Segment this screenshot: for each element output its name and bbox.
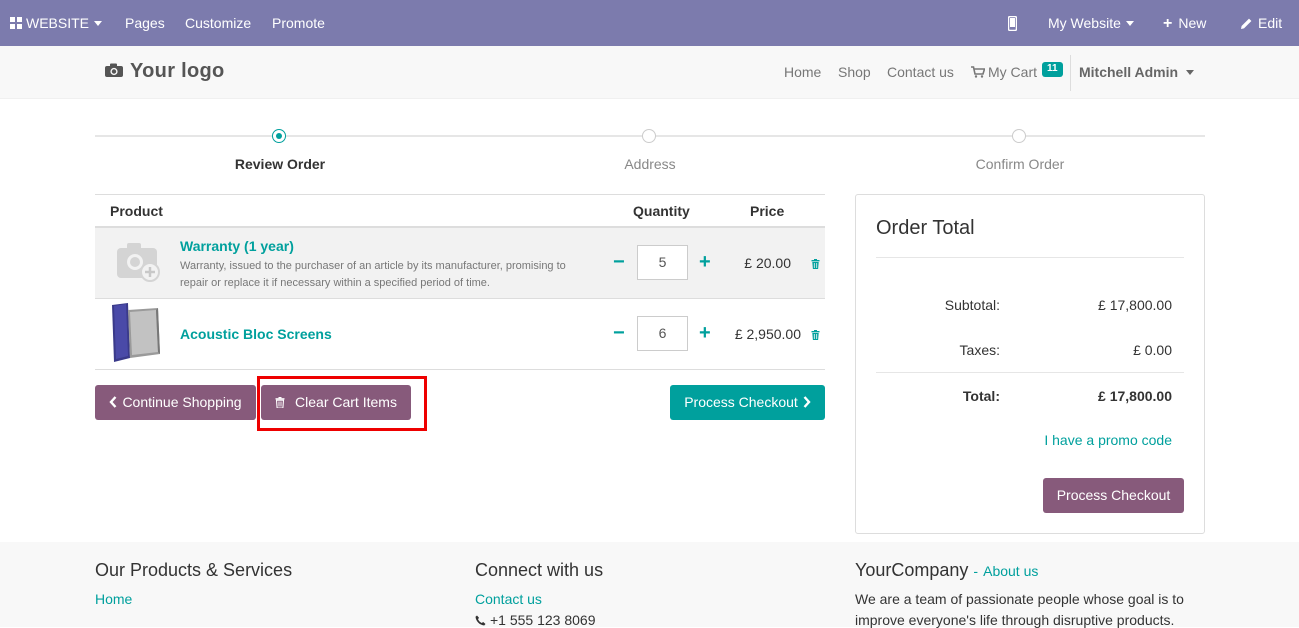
footer-connect-title: Connect with us xyxy=(475,560,604,580)
site-header: Your logo Home Shop Contact us My Cart 1… xyxy=(0,46,1299,99)
mobile-preview-button[interactable] xyxy=(1007,0,1018,46)
trash-icon[interactable] xyxy=(811,259,820,269)
new-label: New xyxy=(1178,15,1207,31)
increase-quantity-button[interactable]: + xyxy=(699,252,711,272)
column-header-product: Product xyxy=(110,203,163,219)
footer-products-title: Our Products & Services xyxy=(95,560,293,580)
caret-down-icon xyxy=(1125,20,1134,26)
decrease-quantity-button[interactable]: − xyxy=(613,323,625,343)
pencil-icon xyxy=(1241,18,1252,29)
company-name: YourCompany xyxy=(855,560,969,580)
website-menu-label: WEBSITE xyxy=(26,15,90,31)
site-logo[interactable]: Your logo xyxy=(104,60,225,83)
site-footer: Our Products & Services Home Connect wit… xyxy=(0,542,1299,628)
phone-icon xyxy=(475,615,486,626)
promote-menu[interactable]: Promote xyxy=(272,0,325,46)
footer-phone-number: +1 555 123 8069 xyxy=(490,612,596,628)
total-value: £ 17,800.00 xyxy=(1098,388,1172,404)
cart-line-warranty: Warranty (1 year) Warranty, issued to th… xyxy=(95,228,825,299)
line-price: £ 2,950.00 xyxy=(734,326,801,342)
title-separator: - xyxy=(973,563,979,579)
shopping-cart-icon xyxy=(971,66,986,78)
cart-line-acoustic-bloc-screens: Acoustic Bloc Screens − 6 + £ 2,950.00 xyxy=(95,299,825,370)
clear-cart-highlight-box xyxy=(257,376,427,431)
website-menu[interactable]: WEBSITE xyxy=(10,0,103,46)
step-dot-review-order xyxy=(272,129,286,143)
product-description: Warranty, issued to the purchaser of an … xyxy=(180,260,566,289)
product-name-link[interactable]: Acoustic Bloc Screens xyxy=(180,326,332,342)
plus-icon: + xyxy=(1163,15,1173,32)
logo-text: Your logo xyxy=(130,60,225,82)
admin-bar: WEBSITE Pages Customize Promote My Websi… xyxy=(0,0,1299,46)
decrease-quantity-button[interactable]: − xyxy=(613,252,625,272)
footer-phone: +1 555 123 8069 xyxy=(475,612,596,628)
cart-count-badge: 11 xyxy=(1042,62,1063,77)
column-header-quantity: Quantity xyxy=(633,203,690,219)
quantity-input[interactable]: 6 xyxy=(637,316,688,351)
divider xyxy=(876,372,1184,373)
footer-company-title: YourCompany - About us xyxy=(855,560,1038,581)
step-label-confirm-order: Confirm Order xyxy=(975,156,1065,172)
promo-code-link[interactable]: I have a promo code xyxy=(1044,432,1172,448)
continue-shopping-button[interactable]: Continue Shopping xyxy=(95,385,256,420)
company-description-line-2: improve everyone's life through disrupti… xyxy=(855,612,1175,628)
cart-table-header: Product Quantity Price xyxy=(95,194,825,228)
my-cart-label: My Cart xyxy=(988,64,1037,80)
product-name-link[interactable]: Warranty (1 year) xyxy=(180,238,294,254)
caret-down-icon xyxy=(1186,69,1195,75)
my-website-label: My Website xyxy=(1048,15,1121,31)
line-price: £ 20.00 xyxy=(744,255,791,271)
nav-home[interactable]: Home xyxy=(784,46,821,99)
increase-quantity-button[interactable]: + xyxy=(699,323,711,343)
edit-button[interactable]: Edit xyxy=(1240,0,1282,46)
nav-contact-us[interactable]: Contact us xyxy=(887,46,954,99)
process-checkout-button[interactable]: Process Checkout xyxy=(670,385,825,420)
caret-down-icon xyxy=(94,20,103,26)
nav-divider xyxy=(1070,55,1071,91)
product-placeholder-image xyxy=(117,243,160,282)
footer-home-link[interactable]: Home xyxy=(95,591,132,607)
new-button[interactable]: + New xyxy=(1163,0,1206,46)
camera-icon xyxy=(105,63,123,77)
order-total-title: Order Total xyxy=(876,217,975,239)
divider xyxy=(876,257,1184,258)
step-dot-confirm-order xyxy=(1012,129,1026,143)
company-description-line-1: We are a team of passionate people whose… xyxy=(855,591,1184,607)
chevron-right-icon xyxy=(803,396,811,409)
chevron-left-icon xyxy=(109,396,117,409)
footer-about-us-link[interactable]: About us xyxy=(983,563,1038,579)
my-website-menu[interactable]: My Website xyxy=(1048,0,1134,46)
quantity-input[interactable]: 5 xyxy=(637,245,688,280)
taxes-value: £ 0.00 xyxy=(1133,342,1172,358)
total-label: Total: xyxy=(962,388,1000,404)
acoustic-screen-product-image xyxy=(112,303,160,362)
trash-icon[interactable] xyxy=(811,330,820,340)
step-dot-address xyxy=(642,129,656,143)
subtotal-value: £ 17,800.00 xyxy=(1098,297,1172,313)
edit-label: Edit xyxy=(1258,15,1283,31)
pages-menu[interactable]: Pages xyxy=(125,0,165,46)
subtotal-label: Subtotal: xyxy=(944,297,1000,313)
continue-shopping-label: Continue Shopping xyxy=(122,394,242,410)
user-name: Mitchell Admin xyxy=(1079,64,1179,80)
process-checkout-label: Process Checkout xyxy=(684,394,798,410)
nav-my-cart[interactable]: My Cart xyxy=(971,46,1037,99)
customize-menu[interactable]: Customize xyxy=(185,0,251,46)
apps-grid-icon xyxy=(10,17,22,30)
step-label-review-order: Review Order xyxy=(234,156,326,172)
order-total-panel: Order Total Subtotal: £ 17,800.00 Taxes:… xyxy=(855,194,1205,534)
taxes-label: Taxes: xyxy=(959,342,1000,358)
process-checkout-button-secondary[interactable]: Process Checkout xyxy=(1043,478,1184,513)
mobile-phone-icon xyxy=(1007,15,1018,32)
user-menu[interactable]: Mitchell Admin xyxy=(1079,46,1195,99)
step-label-address: Address xyxy=(624,156,676,172)
column-header-price: Price xyxy=(750,203,785,219)
nav-shop[interactable]: Shop xyxy=(838,46,871,99)
footer-contact-link[interactable]: Contact us xyxy=(475,591,542,607)
